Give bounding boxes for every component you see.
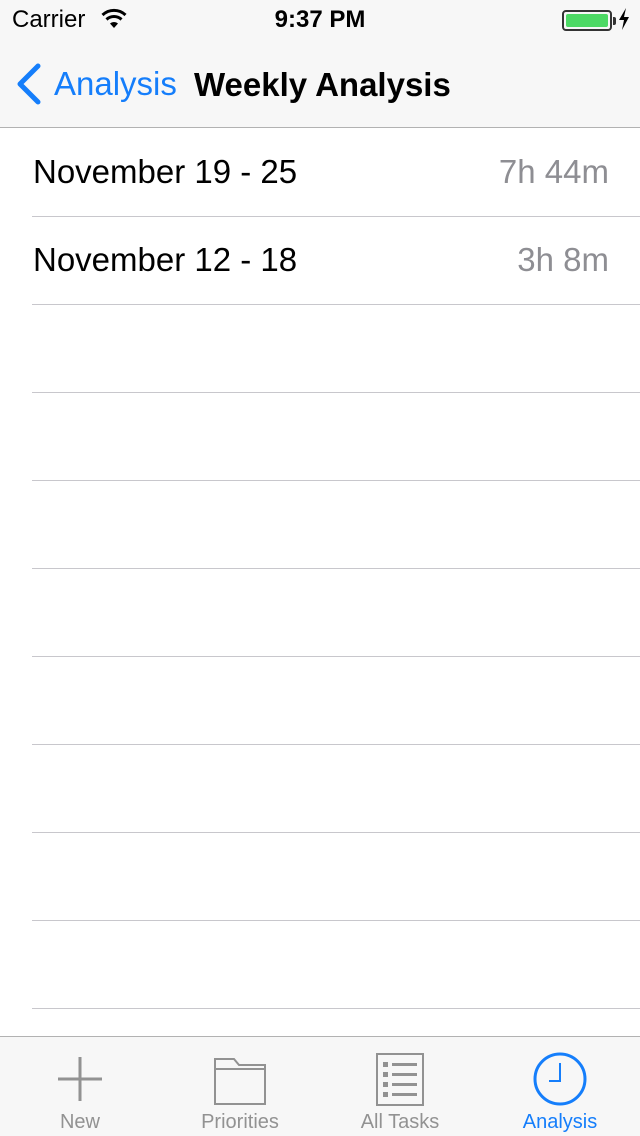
week-range: November 12 - 18	[33, 241, 298, 278]
weeks-table: November 19 - 25 7h 44m November 12 - 18…	[0, 129, 640, 1036]
list-icon	[376, 1053, 424, 1106]
empty-row	[0, 393, 640, 481]
empty-row	[0, 745, 640, 833]
battery-icon	[562, 10, 616, 31]
chevron-left-icon	[17, 63, 41, 105]
empty-row	[0, 481, 640, 569]
empty-row	[0, 305, 640, 393]
tab-priorities[interactable]: Priorities	[160, 1037, 320, 1136]
folder-icon	[214, 1058, 266, 1105]
week-range: November 19 - 25	[33, 153, 298, 190]
plus-icon	[58, 1057, 102, 1101]
clock-icon	[533, 1052, 587, 1106]
back-button[interactable]: Analysis	[14, 62, 177, 106]
tab-all-tasks[interactable]: All Tasks	[320, 1037, 480, 1136]
week-row[interactable]: November 19 - 25 7h 44m	[0, 129, 640, 217]
empty-row	[0, 921, 640, 1009]
tab-analysis[interactable]: Analysis	[480, 1037, 640, 1136]
tab-label: Priorities	[201, 1111, 279, 1133]
empty-row	[0, 1009, 640, 1036]
tab-new[interactable]: New	[0, 1037, 160, 1136]
tab-bar: New Priorities All Tasks Analysis	[0, 1036, 640, 1136]
status-bar: Carrier 9:37 PM	[0, 0, 640, 40]
navigation-bar: Analysis Weekly Analysis	[0, 40, 640, 128]
tab-label: Analysis	[522, 1111, 598, 1133]
week-row[interactable]: November 12 - 18 3h 8m	[0, 217, 640, 305]
status-time: 9:37 PM	[274, 6, 366, 33]
week-total-time: 3h 8m	[517, 241, 609, 278]
page-title: Weekly Analysis	[194, 66, 451, 103]
empty-row	[0, 657, 640, 745]
empty-row	[0, 569, 640, 657]
tab-label: All Tasks	[360, 1111, 440, 1133]
back-button-label: Analysis	[54, 65, 177, 102]
empty-row	[0, 833, 640, 921]
tab-label: New	[59, 1111, 100, 1133]
charging-bolt-icon	[619, 8, 629, 30]
week-total-time: 7h 44m	[498, 153, 609, 190]
